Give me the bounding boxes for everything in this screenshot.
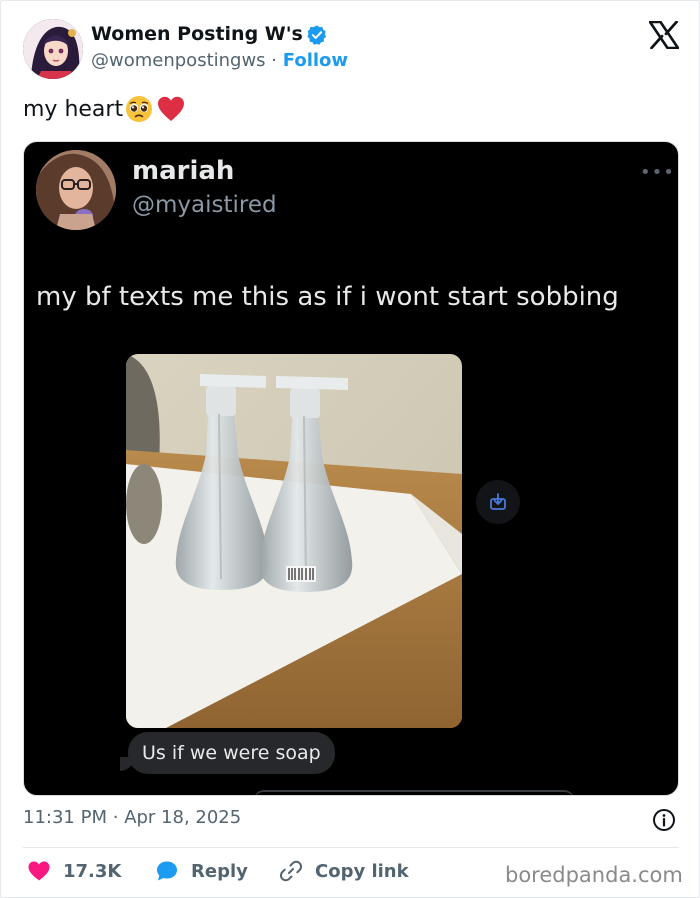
- tweet-date: Apr 18, 2025: [124, 807, 242, 828]
- embedded-screenshot[interactable]: mariah @myaistired ••• my bf texts me th…: [23, 141, 679, 796]
- footer-divider: [23, 847, 679, 848]
- reply-label: Reply: [191, 860, 248, 882]
- screenshot-bottom-edge: [254, 790, 574, 795]
- tweet-timestamp[interactable]: 11:31 PM · Apr 18, 2025: [23, 807, 241, 828]
- heart-icon: [28, 861, 50, 881]
- follow-button[interactable]: Follow: [283, 50, 348, 71]
- boredpanda-watermark: boredpanda.com: [505, 863, 683, 887]
- embedded-avatar: [36, 150, 116, 230]
- tweet-text: my heart: [23, 95, 187, 123]
- embedded-author-name: mariah: [132, 156, 235, 186]
- like-count: 17.3K: [63, 860, 122, 882]
- download-icon[interactable]: [476, 480, 520, 524]
- embedded-author-handle: @myaistired: [132, 192, 277, 218]
- like-button[interactable]: 17.3K: [27, 859, 121, 883]
- copy-link-label: Copy link: [315, 860, 409, 882]
- handle-separator: ·: [271, 50, 278, 71]
- tweet-text-body: my heart: [23, 96, 124, 122]
- author-handle-row: @womenpostingws · Follow: [91, 50, 348, 71]
- reply-bubble-icon: [157, 861, 177, 881]
- tweet-time: 11:31 PM: [23, 807, 107, 828]
- soap-dispensers-photo: [126, 354, 462, 728]
- timestamp-separator: ·: [112, 807, 119, 828]
- author-handle[interactable]: @womenpostingws: [91, 50, 266, 71]
- author-name[interactable]: Women Posting W's: [91, 23, 303, 45]
- x-logo-icon[interactable]: [649, 21, 679, 49]
- reply-button[interactable]: Reply: [155, 859, 248, 883]
- author-avatar[interactable]: [23, 19, 83, 79]
- red-heart-emoji: [158, 96, 185, 121]
- verified-badge-icon: [307, 25, 327, 45]
- info-icon[interactable]: [652, 808, 676, 832]
- tweet-card: Women Posting W's @womenpostingws · Foll…: [0, 0, 700, 898]
- embedded-tweet-text: my bf texts me this as if i wont start s…: [36, 282, 619, 312]
- more-options-icon: •••: [640, 162, 675, 183]
- link-icon: [279, 860, 303, 882]
- pleading-face-emoji: [126, 96, 153, 122]
- copy-link-button[interactable]: Copy link: [279, 859, 409, 883]
- message-bubble: Us if we were soap: [128, 732, 335, 774]
